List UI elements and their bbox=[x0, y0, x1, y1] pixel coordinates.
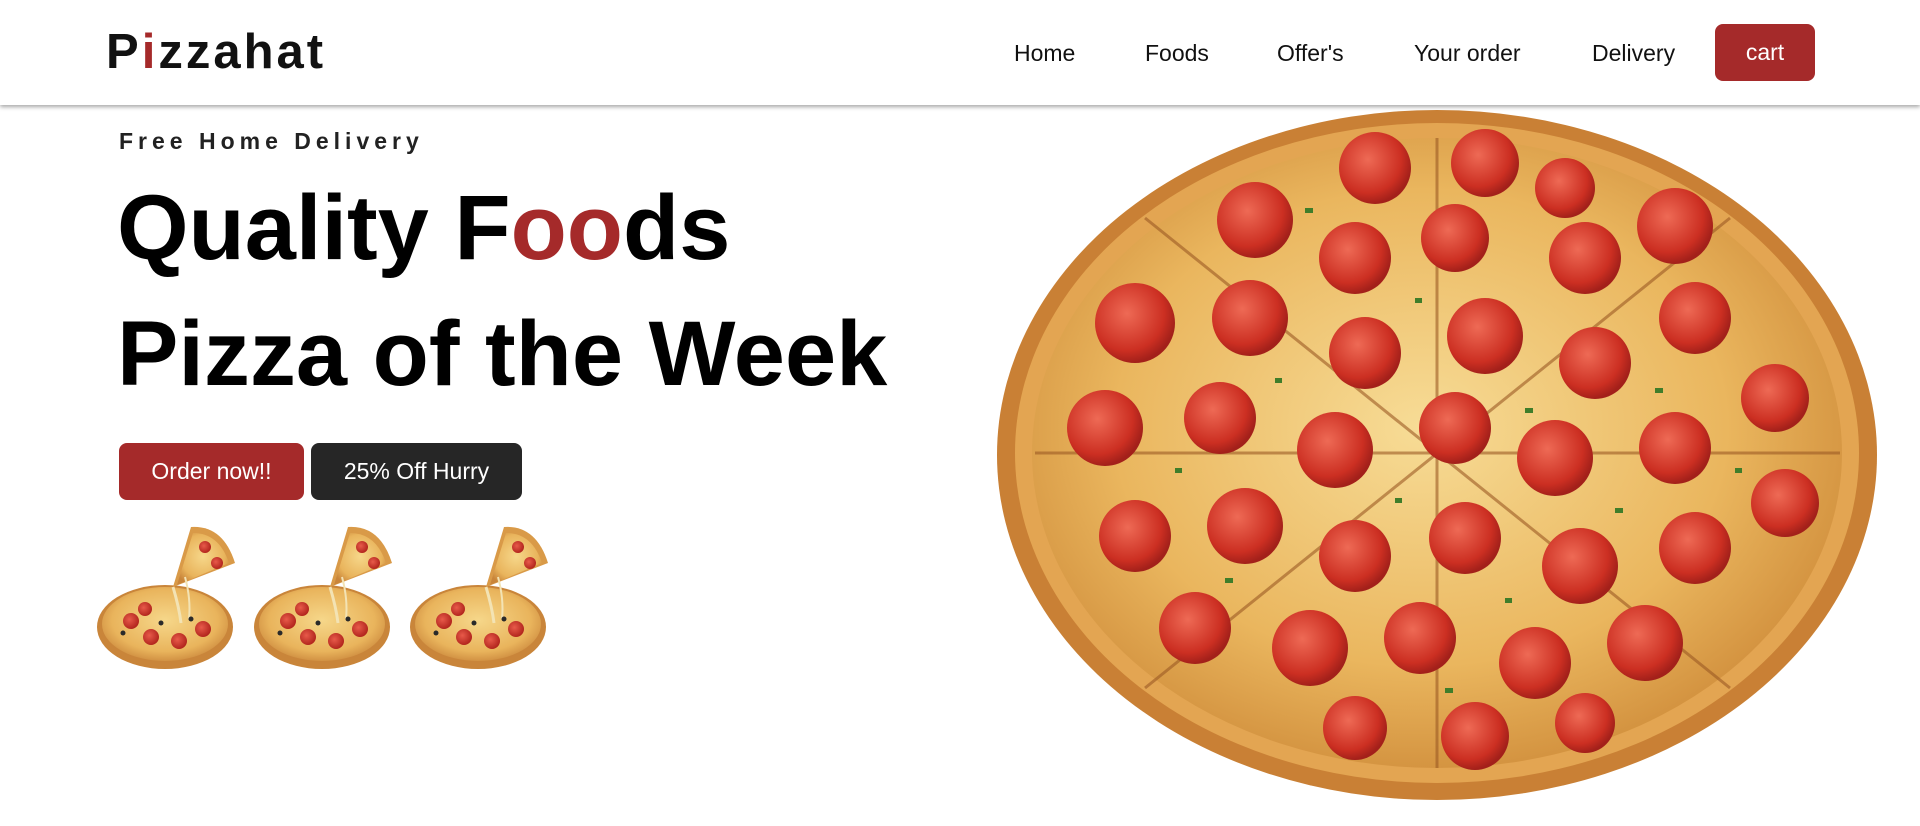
headline1-pre: Quality F bbox=[117, 177, 511, 279]
hero-headline-line2: Pizza of the Week bbox=[117, 303, 888, 405]
pizza-thumbnails bbox=[95, 525, 565, 675]
hero-headline-line1: Quality Foods bbox=[117, 176, 730, 280]
logo-accent-letter: i bbox=[141, 25, 159, 79]
offer-button[interactable]: 25% Off Hurry bbox=[311, 443, 522, 500]
logo-first-letter: P bbox=[106, 25, 142, 79]
order-now-button[interactable]: Order now!! bbox=[119, 443, 304, 500]
navbar: Pizzahat Home Foods Offer's Your order D… bbox=[0, 0, 1920, 105]
nav-item-home[interactable]: Home bbox=[1014, 36, 1075, 70]
hero-tagline: Free Home Delivery bbox=[119, 128, 424, 154]
nav-item-your-order[interactable]: Your order bbox=[1414, 36, 1521, 70]
cart-button[interactable]: cart bbox=[1715, 24, 1815, 81]
logo-rest: zzahat bbox=[158, 25, 327, 79]
headline1-accent: oo bbox=[510, 177, 624, 279]
nav-item-delivery[interactable]: Delivery bbox=[1592, 36, 1675, 70]
nav-item-foods[interactable]: Foods bbox=[1145, 36, 1209, 70]
pizza-slice-image bbox=[252, 525, 394, 671]
brand-logo[interactable]: Pizzahat bbox=[106, 22, 326, 82]
headline1-post: ds bbox=[623, 177, 731, 279]
pepperoni-pizza-image bbox=[997, 110, 1877, 800]
nav-item-offers[interactable]: Offer's bbox=[1277, 36, 1344, 70]
pizza-slice-image bbox=[95, 525, 237, 671]
pizza-slice-image bbox=[408, 525, 550, 671]
